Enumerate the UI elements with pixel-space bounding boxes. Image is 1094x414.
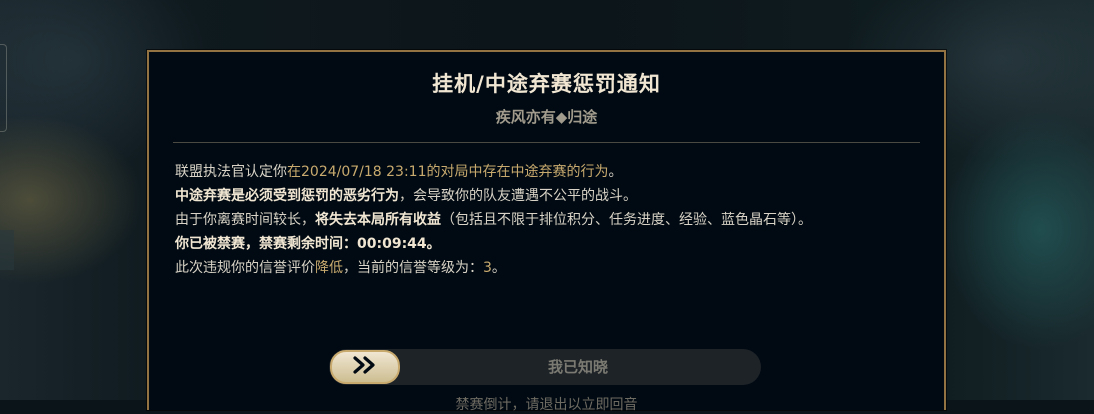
emphasis-text: 将失去本局所有收益 [315, 212, 441, 228]
message-line-3: 由于你离赛时间较长，将失去本局所有收益（包括且不限于排位积分、任务进度、经验、蓝… [175, 208, 915, 232]
line-text: 。 [491, 260, 506, 276]
acknowledge-label: 我已知晓 [547, 358, 608, 376]
summoner-name: 疾风亦有◆归途 [495, 108, 598, 126]
double-chevron-right-icon [352, 356, 378, 378]
dialog-title: 挂机/中途弃赛惩罚通知 [432, 72, 661, 96]
divider [173, 142, 920, 143]
penalty-message: 联盟执法官认定你在2024/07/18 23:11的对局中存在中途弃赛的行为。 … [175, 160, 915, 280]
message-line-4: 你已被禁赛，禁赛剩余时间：00:09:44。 [175, 232, 915, 256]
acknowledge-slider[interactable]: 我已知晓 [329, 349, 761, 385]
left-panel-edge [0, 44, 7, 132]
line-text: 此次违规你的信誉评价 [175, 260, 315, 276]
left-side-tab [0, 230, 14, 270]
acknowledge-handle[interactable] [330, 350, 400, 384]
honor-level: 3 [483, 260, 492, 276]
penalty-dialog: 挂机/中途弃赛惩罚通知 疾风亦有◆归途 联盟执法官认定你在2024/07/18 … [147, 50, 946, 413]
violation-detail: 在2024/07/18 23:11的对局中存在中途弃赛的行为 [287, 164, 609, 180]
line-text: ，当前的信誉等级为： [343, 260, 483, 276]
ban-timer-text: 你已被禁赛，禁赛剩余时间：00:09:44。 [175, 236, 441, 252]
honor-change: 降低 [315, 260, 343, 276]
message-line-5: 此次违规你的信誉评价降低，当前的信誉等级为：3。 [175, 256, 915, 280]
line-text: 。 [608, 164, 623, 180]
message-line-2: 中途弃赛是必须受到惩罚的恶劣行为，会导致你的队友遭遇不公平的战斗。 [175, 184, 915, 208]
message-line-1: 联盟执法官认定你在2024/07/18 23:11的对局中存在中途弃赛的行为。 [175, 160, 915, 184]
line-text: ，会导致你的队友遭遇不公平的战斗。 [399, 188, 637, 204]
line-text: （包括且不限于排位积分、任务进度、经验、蓝色晶石等）。 [441, 212, 812, 228]
line-text: 联盟执法官认定你 [175, 164, 287, 180]
emphasis-text: 中途弃赛是必须受到惩罚的恶劣行为 [175, 188, 399, 204]
line-text: 由于你离赛时间较长， [175, 212, 315, 228]
footer-hint: 禁赛倒计，请退出以立即回音 [455, 397, 638, 413]
